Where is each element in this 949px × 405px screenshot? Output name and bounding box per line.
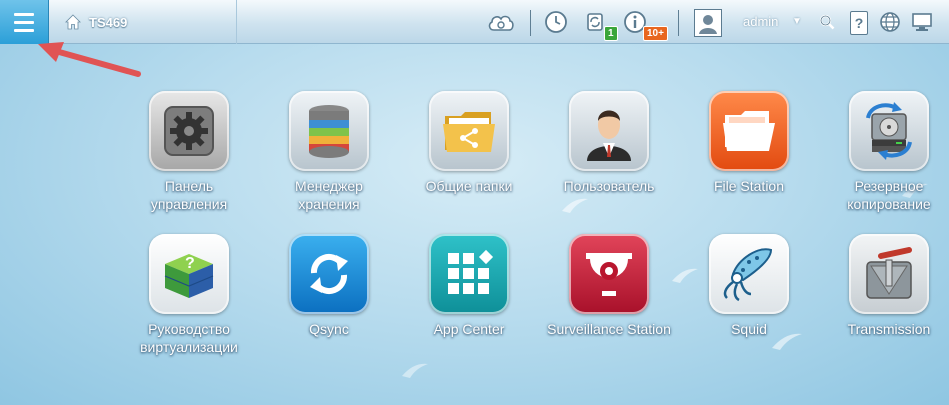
sync-arrows-icon[interactable] <box>289 234 369 314</box>
menu-icon-line <box>14 20 34 24</box>
app-backup[interactable]: Резервное копирование <box>819 91 949 213</box>
app-label: File Station <box>713 178 785 194</box>
app-label: Панель управления <box>119 177 259 213</box>
app-control-panel[interactable]: Панель управления <box>119 91 259 213</box>
svg-text:?: ? <box>185 255 195 272</box>
chevron-down-icon[interactable]: ▼ <box>792 16 802 27</box>
app-shared-folders[interactable]: Общие папки <box>399 91 539 195</box>
user-name[interactable]: admin <box>743 14 778 29</box>
app-squid[interactable]: Squid <box>679 234 819 338</box>
app-label: App Center <box>433 321 505 337</box>
globe-icon[interactable] <box>879 10 901 34</box>
app-transmission[interactable]: Transmission <box>819 234 949 338</box>
backup-icon[interactable] <box>849 91 929 171</box>
bird-decoration-icon <box>562 198 588 213</box>
app-label-line: Резервное <box>854 178 924 194</box>
gear-icon[interactable] <box>149 91 229 171</box>
menu-icon-line <box>14 28 34 32</box>
bird-decoration-icon <box>402 363 428 378</box>
database-icon[interactable] <box>289 91 369 171</box>
app-virtualization-guide[interactable]: ? Руководство виртуализации <box>119 234 259 356</box>
app-label: Менеджер хранения <box>259 177 399 213</box>
app-label: Squid <box>731 321 767 337</box>
notification-badge: 10+ <box>643 26 668 41</box>
app-label: Резервное копирование <box>819 177 949 213</box>
monitor-icon[interactable] <box>911 10 933 34</box>
user-icon[interactable] <box>569 91 649 171</box>
app-storage-manager[interactable]: Менеджер хранения <box>259 91 399 213</box>
app-label-line: копирование <box>847 196 931 212</box>
help-icon[interactable]: ? <box>850 11 868 35</box>
app-label-line: управления <box>150 196 228 212</box>
avatar[interactable] <box>694 9 722 37</box>
device-name: TS469 <box>89 14 128 30</box>
search-icon[interactable] <box>818 10 836 34</box>
virtualization-cube-icon[interactable]: ? <box>149 234 229 314</box>
app-label-line: Руководство <box>148 321 230 337</box>
app-label-line: хранения <box>298 196 360 212</box>
sync-badge: 1 <box>604 26 618 41</box>
menu-icon-line <box>14 12 34 16</box>
annotation-arrow-icon <box>38 42 141 77</box>
toolbar-divider <box>678 10 679 36</box>
folder-icon[interactable] <box>709 91 789 171</box>
app-label-line: Менеджер <box>295 178 363 194</box>
app-label: Общие папки <box>425 178 513 194</box>
app-qsync[interactable]: Qsync <box>259 234 399 338</box>
shared-folder-icon[interactable] <box>429 91 509 171</box>
squid-icon[interactable] <box>709 234 789 314</box>
app-file-station[interactable]: File Station <box>679 91 819 195</box>
app-label-line: виртуализации <box>140 339 238 355</box>
app-label: Qsync <box>309 321 349 337</box>
app-label-line: Панель <box>164 178 214 194</box>
app-label: Transmission <box>847 321 931 337</box>
clock-icon[interactable] <box>544 10 568 34</box>
transmission-icon[interactable] <box>849 234 929 314</box>
app-label: Пользователь <box>563 178 655 194</box>
home-icon <box>65 14 81 30</box>
app-label: Surveillance Station <box>547 321 671 337</box>
toolbar-divider <box>530 10 531 36</box>
app-label: Руководство виртуализации <box>119 320 259 356</box>
camera-icon[interactable] <box>569 234 649 314</box>
grid-icon[interactable] <box>429 234 509 314</box>
app-app-center[interactable]: App Center <box>399 234 539 338</box>
app-users[interactable]: Пользователь <box>539 91 679 195</box>
app-surveillance-station[interactable]: Surveillance Station <box>539 234 679 338</box>
cloud-icon[interactable] <box>487 10 515 34</box>
